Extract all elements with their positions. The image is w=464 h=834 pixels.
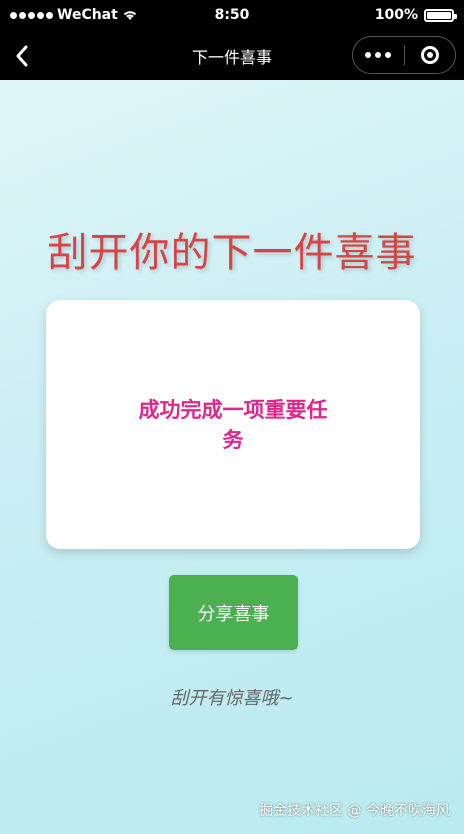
- share-button[interactable]: 分享喜事: [169, 575, 298, 650]
- battery-icon: [424, 8, 457, 22]
- headline: 刮开你的下一件喜事: [47, 230, 417, 276]
- scratch-card[interactable]: 成功完成一项重要任务: [46, 300, 420, 549]
- nav-bar: 下一件喜事: [0, 32, 464, 80]
- hint-text: 刮开有惊喜哦~: [170, 688, 294, 709]
- more-button[interactable]: [353, 37, 404, 73]
- capsule-menu: [352, 36, 456, 74]
- close-miniprogram-button[interactable]: [404, 37, 455, 73]
- more-dots-icon: [365, 52, 372, 58]
- card-text: 成功完成一项重要任务: [138, 397, 328, 452]
- status-bar: WeChat 8:50 100%: [0, 0, 464, 32]
- main-content: 刮开你的下一件喜事 成功完成一项重要任务 分享喜事 刮开有惊喜哦~ 掘金技术社区…: [0, 80, 464, 834]
- watermark: 掘金技术社区 @ 今晚不吹海风: [259, 803, 450, 819]
- target-icon: [420, 46, 439, 64]
- battery-percent: 100%: [374, 7, 418, 23]
- status-right: 100%: [374, 7, 457, 23]
